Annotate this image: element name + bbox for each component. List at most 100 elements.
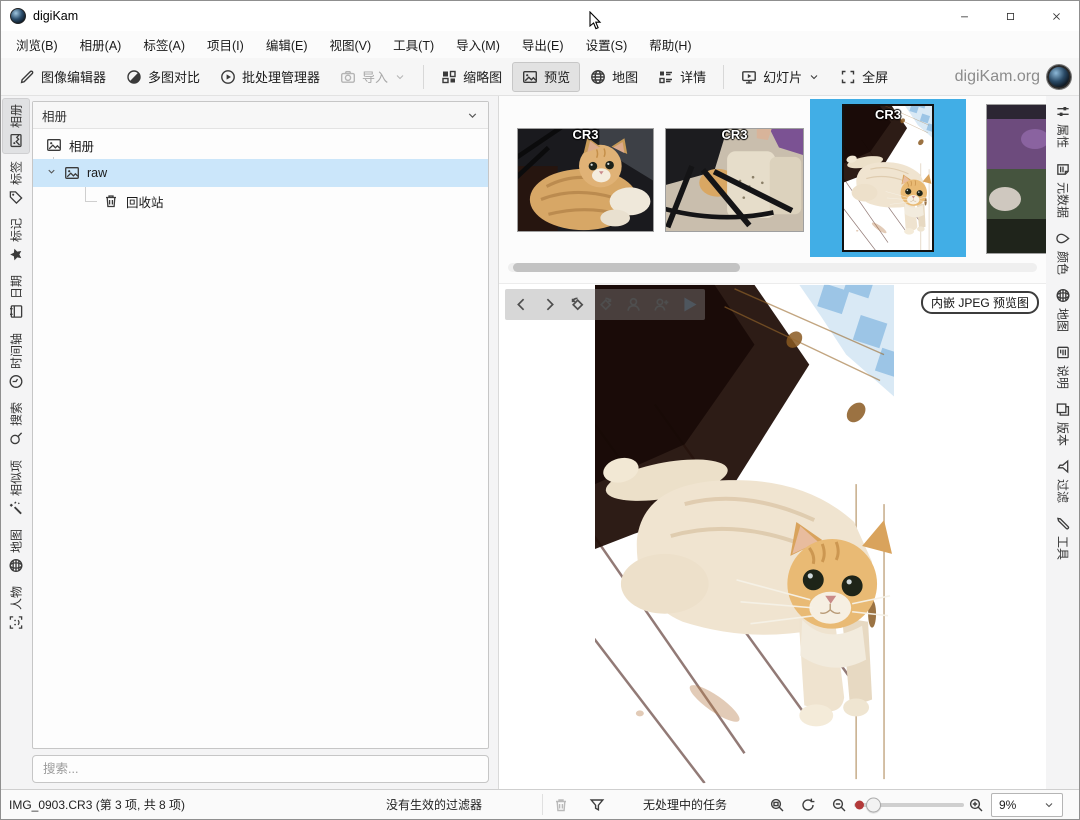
filter-status-button[interactable]	[589, 790, 605, 819]
color-icon	[1055, 231, 1070, 246]
sidebar-tab-tools[interactable]: 工具	[1049, 513, 1077, 563]
fit-window-button[interactable]	[769, 790, 785, 819]
close-button[interactable]	[1033, 1, 1079, 31]
details-icon	[658, 69, 674, 85]
sidebar-tab-tags[interactable]: 标签	[2, 158, 30, 208]
album-panel-header[interactable]: 相册	[33, 102, 488, 129]
sidebar-tab-colors[interactable]: 颜色	[1049, 228, 1077, 278]
menu-tag[interactable]: 标签(A)	[132, 31, 196, 58]
details-button[interactable]: 详情	[648, 62, 716, 92]
menu-album[interactable]: 相册(A)	[69, 31, 133, 58]
thumbnail-item-2[interactable]: CR3	[665, 128, 804, 232]
menu-tools[interactable]: 工具(T)	[382, 31, 445, 58]
zoom-100-button[interactable]	[800, 790, 816, 819]
clock-icon	[9, 374, 24, 389]
sidebar-tab-map-right[interactable]: 地图	[1049, 285, 1077, 335]
thumbnail-item-3-selected[interactable]: CR3	[810, 99, 966, 257]
menu-help[interactable]: 帮助(H)	[638, 31, 702, 58]
next-button[interactable]	[535, 291, 563, 318]
batch-queue-icon	[220, 69, 236, 85]
slideshow-play-button[interactable]	[675, 291, 703, 318]
chevron-left-icon	[513, 296, 530, 313]
menu-browse[interactable]: 浏览(B)	[5, 31, 69, 58]
thumbnails-button[interactable]: 缩略图	[431, 62, 512, 92]
sidebar-tab-dates[interactable]: 日期	[2, 272, 30, 322]
toolbar-separator	[723, 65, 724, 89]
refresh-icon	[800, 797, 816, 813]
map-button[interactable]: 地图	[580, 62, 648, 92]
sidebar-tab-albums[interactable]: 相册	[2, 101, 30, 151]
toolbar-separator	[423, 65, 424, 89]
light-table-button[interactable]: 多图对比	[116, 62, 210, 92]
menu-view[interactable]: 视图(V)	[319, 31, 383, 58]
pencil-icon	[19, 69, 35, 85]
previous-button[interactable]	[507, 291, 535, 318]
tree-item-trash[interactable]: 回收站	[33, 187, 488, 215]
detect-face-button[interactable]	[647, 291, 675, 318]
sidebar-tab-captions[interactable]: 说明	[1049, 342, 1077, 392]
sidebar-tab-filters[interactable]: 过滤	[1049, 456, 1077, 506]
tree-item-albums-root[interactable]: 相册	[33, 131, 488, 159]
menu-item[interactable]: 项目(I)	[196, 31, 255, 58]
digikam-logo-icon	[1047, 65, 1071, 89]
sidebar-tab-similarity[interactable]: 相似项	[2, 456, 30, 519]
zoom-out-button[interactable]	[831, 790, 847, 819]
face-icon	[9, 615, 24, 630]
trash-icon	[103, 193, 119, 209]
digikam-window: digiKam 浏览(B) 相册(A) 标签(A) 项目(I) 编辑(E) 视图…	[0, 0, 1080, 820]
batch-queue-button[interactable]: 批处理管理器	[210, 62, 330, 92]
search-icon	[9, 431, 24, 446]
preview-button[interactable]: 预览	[512, 62, 580, 92]
album-panel: 相册 相册 raw	[31, 96, 498, 789]
sidebar-tab-people[interactable]: 人物	[2, 583, 30, 633]
thumbnails-icon	[441, 69, 457, 85]
embedded-jpeg-badge: 内嵌 JPEG 预览图	[921, 291, 1039, 314]
fullscreen-button[interactable]: 全屏	[830, 62, 898, 92]
zoom-slider-handle[interactable]	[866, 797, 881, 812]
sidebar-tab-timeline[interactable]: 时间轴	[2, 329, 30, 392]
trash-status-button[interactable]	[553, 790, 569, 819]
sidebar-tab-search[interactable]: 搜索	[2, 399, 30, 449]
image-editor-button[interactable]: 图像编辑器	[9, 62, 116, 92]
sidebar-tab-properties[interactable]: 属性	[1049, 101, 1077, 151]
search-input[interactable]	[32, 755, 489, 783]
sidebar-tab-map[interactable]: 地图	[2, 526, 30, 576]
menu-export[interactable]: 导出(E)	[511, 31, 575, 58]
star-icon	[9, 247, 24, 262]
format-badge: CR3	[572, 127, 598, 142]
zoom-in-button[interactable]	[968, 790, 984, 819]
minimize-button[interactable]	[941, 1, 987, 31]
expander-chevron-icon[interactable]	[46, 166, 57, 180]
brand-text: digiKam.org	[955, 68, 1040, 86]
sidebar-tab-metadata[interactable]: 元数据	[1049, 158, 1077, 221]
thumbnail-scrollbar[interactable]	[508, 263, 1037, 272]
funnel-icon	[589, 797, 605, 813]
zoom-slider[interactable]	[854, 790, 964, 819]
slideshow-icon	[741, 69, 757, 85]
maximize-button[interactable]	[987, 1, 1033, 31]
zoom-level-combo[interactable]: 9%	[991, 790, 1063, 819]
thumbnail-item-1[interactable]: CR3	[517, 128, 654, 232]
preview-overlay-toolbar	[505, 289, 705, 320]
add-face-button[interactable]	[619, 291, 647, 318]
zoom-fit-icon	[769, 797, 785, 813]
menu-settings[interactable]: 设置(S)	[575, 31, 639, 58]
rotate-right-button[interactable]	[591, 291, 619, 318]
preview-photo[interactable]	[595, 284, 894, 784]
filter-icon	[1055, 459, 1070, 474]
sidebar-tab-labels[interactable]: 标记	[2, 215, 30, 265]
album-tree: 相册 raw 回收站	[33, 129, 488, 215]
globe-icon	[1055, 288, 1070, 303]
tree-item-raw[interactable]: raw	[33, 159, 488, 187]
sidebar-tab-versions[interactable]: 版本	[1049, 399, 1077, 449]
slideshow-button[interactable]: 幻灯片	[731, 62, 830, 92]
zoom-in-icon	[968, 797, 984, 813]
chevron-down-icon	[808, 71, 820, 83]
menu-import[interactable]: 导入(M)	[445, 31, 511, 58]
thumbnail-item-4-partial[interactable]	[986, 104, 1046, 254]
zoom-value: 9%	[999, 798, 1037, 812]
rotate-left-button[interactable]	[563, 291, 591, 318]
menu-edit[interactable]: 编辑(E)	[255, 31, 319, 58]
import-button[interactable]: 导入	[330, 62, 416, 92]
scrollbar-thumb[interactable]	[513, 263, 740, 272]
